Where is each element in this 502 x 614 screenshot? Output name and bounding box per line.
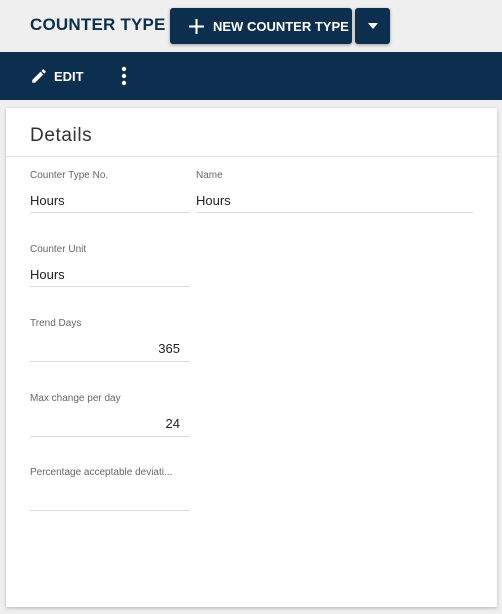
counter-type-no-field[interactable]: Counter Type No. Hours bbox=[30, 170, 190, 213]
max-change-per-day-value: 24 bbox=[165, 416, 180, 431]
trend-days-value: 365 bbox=[158, 341, 180, 356]
field-underline bbox=[30, 361, 190, 362]
pencil-icon bbox=[32, 69, 46, 83]
field-underline bbox=[30, 286, 190, 287]
new-options-dropdown-button[interactable] bbox=[355, 8, 390, 44]
action-toolbar: EDIT bbox=[0, 52, 502, 100]
field-underline bbox=[30, 212, 190, 213]
details-divider bbox=[6, 156, 497, 157]
edit-label: EDIT bbox=[54, 68, 84, 84]
trend-days-field[interactable]: Trend Days 365 bbox=[30, 318, 190, 362]
plus-icon bbox=[189, 18, 204, 34]
field-underline bbox=[30, 510, 190, 511]
percentage-acceptable-deviation-label: Percentage acceptable deviati... bbox=[30, 467, 173, 478]
more-options-button[interactable] bbox=[114, 64, 134, 88]
name-value: Hours bbox=[196, 193, 231, 208]
percentage-acceptable-deviation-field[interactable]: Percentage acceptable deviati... bbox=[30, 467, 190, 511]
more-vertical-icon bbox=[121, 66, 127, 86]
new-counter-type-button[interactable]: NEW COUNTER TYPE bbox=[170, 8, 352, 44]
counter-type-no-value: Hours bbox=[30, 193, 65, 208]
caret-down-icon bbox=[367, 23, 378, 29]
counter-type-no-label: Counter Type No. bbox=[30, 170, 109, 181]
counter-unit-value: Hours bbox=[30, 267, 65, 282]
details-title: Details bbox=[30, 125, 93, 146]
field-underline bbox=[30, 436, 190, 437]
max-change-per-day-label: Max change per day bbox=[30, 393, 121, 404]
counter-unit-label: Counter Unit bbox=[30, 244, 87, 255]
name-label: Name bbox=[196, 170, 223, 181]
counter-unit-field[interactable]: Counter Unit Hours bbox=[30, 244, 190, 287]
field-underline bbox=[196, 212, 473, 213]
top-bar: COUNTER TYPE NEW COUNTER TYPE bbox=[0, 0, 502, 52]
new-counter-type-label: NEW COUNTER TYPE bbox=[213, 18, 349, 34]
name-field[interactable]: Name Hours bbox=[196, 170, 473, 213]
page-title: COUNTER TYPE bbox=[30, 15, 166, 34]
details-card: Details Counter Type No. Hours Name Hour… bbox=[6, 108, 497, 607]
max-change-per-day-field[interactable]: Max change per day 24 bbox=[30, 393, 190, 437]
edit-button[interactable]: EDIT bbox=[30, 64, 84, 88]
trend-days-label: Trend Days bbox=[30, 318, 82, 329]
